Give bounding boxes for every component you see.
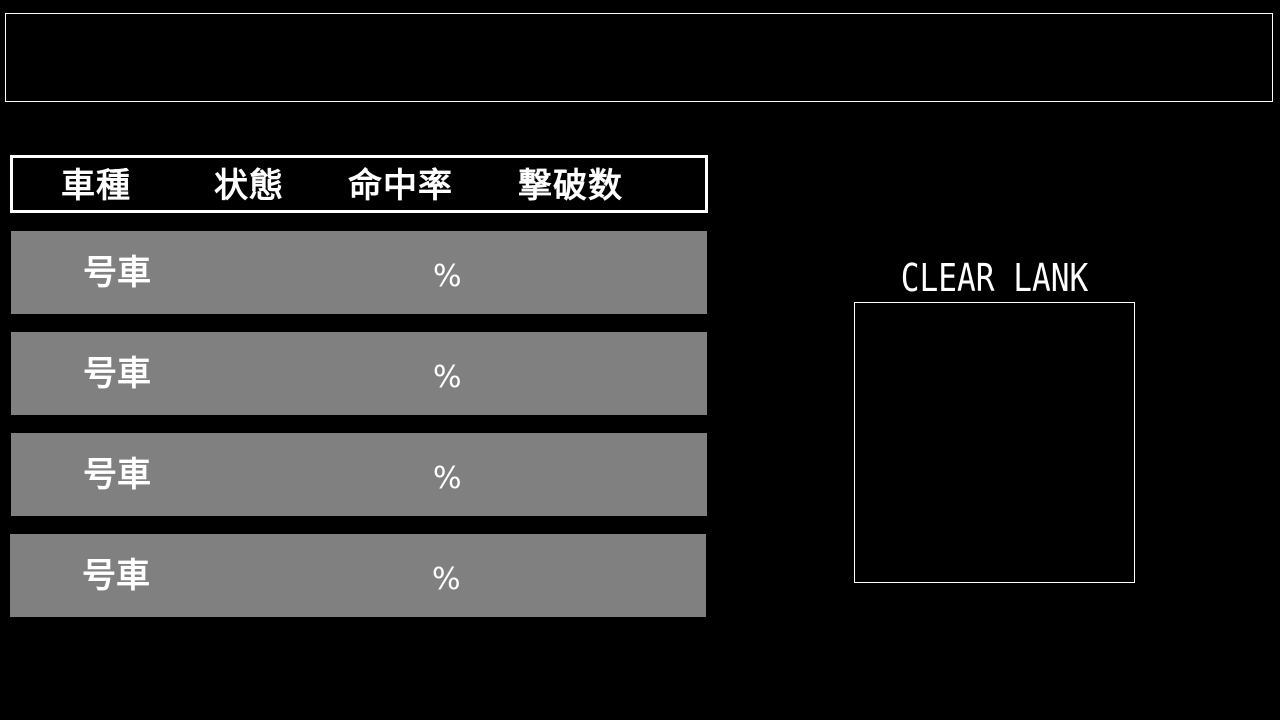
table-row: 号車 %: [11, 332, 707, 415]
table-row: 号車 %: [10, 534, 706, 617]
hit-rate-percent: %: [433, 360, 462, 395]
column-header-status: 状態: [214, 166, 284, 206]
column-header-hit-rate: 命中率: [348, 166, 453, 206]
column-header-vehicle-type: 車種: [61, 166, 131, 206]
hit-rate-percent: %: [433, 461, 462, 496]
table-row: 号車 %: [11, 231, 707, 314]
vehicle-number-label: 号車: [82, 556, 150, 596]
vehicle-number-label: 号車: [83, 354, 151, 394]
results-table-header: 車種 状態 命中率 撃破数: [10, 155, 708, 213]
table-row: 号車 %: [11, 433, 707, 516]
message-banner: [5, 13, 1273, 102]
hit-rate-percent: %: [433, 259, 462, 294]
clear-rank-display: [854, 302, 1135, 583]
vehicle-number-label: 号車: [83, 253, 151, 293]
vehicle-number-label: 号車: [83, 455, 151, 495]
clear-rank-label: CLEAR LANK: [900, 256, 1089, 300]
column-header-kills: 撃破数: [518, 166, 623, 206]
hit-rate-percent: %: [432, 562, 461, 597]
